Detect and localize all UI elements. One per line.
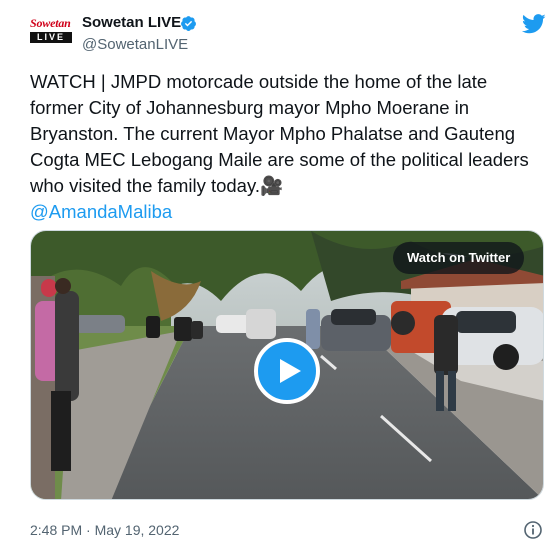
verified-badge-icon [181,16,196,31]
tweet-body: WATCH | JMPD motorcade outside the home … [30,69,540,225]
tweet-text: WATCH | JMPD motorcade outside the home … [30,71,529,196]
twitter-bird-icon[interactable] [522,14,546,34]
play-button[interactable] [254,338,320,404]
avatar[interactable]: Sowetan LIVE [30,16,74,52]
play-icon [280,359,301,383]
tweet-timestamp[interactable]: 2:48 PM · May 19, 2022 [30,521,179,539]
info-icon[interactable] [523,520,543,540]
avatar-logo-top: Sowetan [30,16,71,30]
author-handle[interactable]: @SowetanLIVE [82,35,188,55]
mention-link[interactable]: @AmandaMaliba [30,199,540,225]
author-display-name[interactable]: Sowetan LIVE [82,13,181,33]
tweet-card[interactable]: Sowetan LIVE Sowetan LIVE @SowetanLIVE W… [0,0,553,542]
watch-on-twitter-button[interactable]: Watch on Twitter [393,242,525,274]
avatar-logo-bottom: LIVE [30,32,72,43]
